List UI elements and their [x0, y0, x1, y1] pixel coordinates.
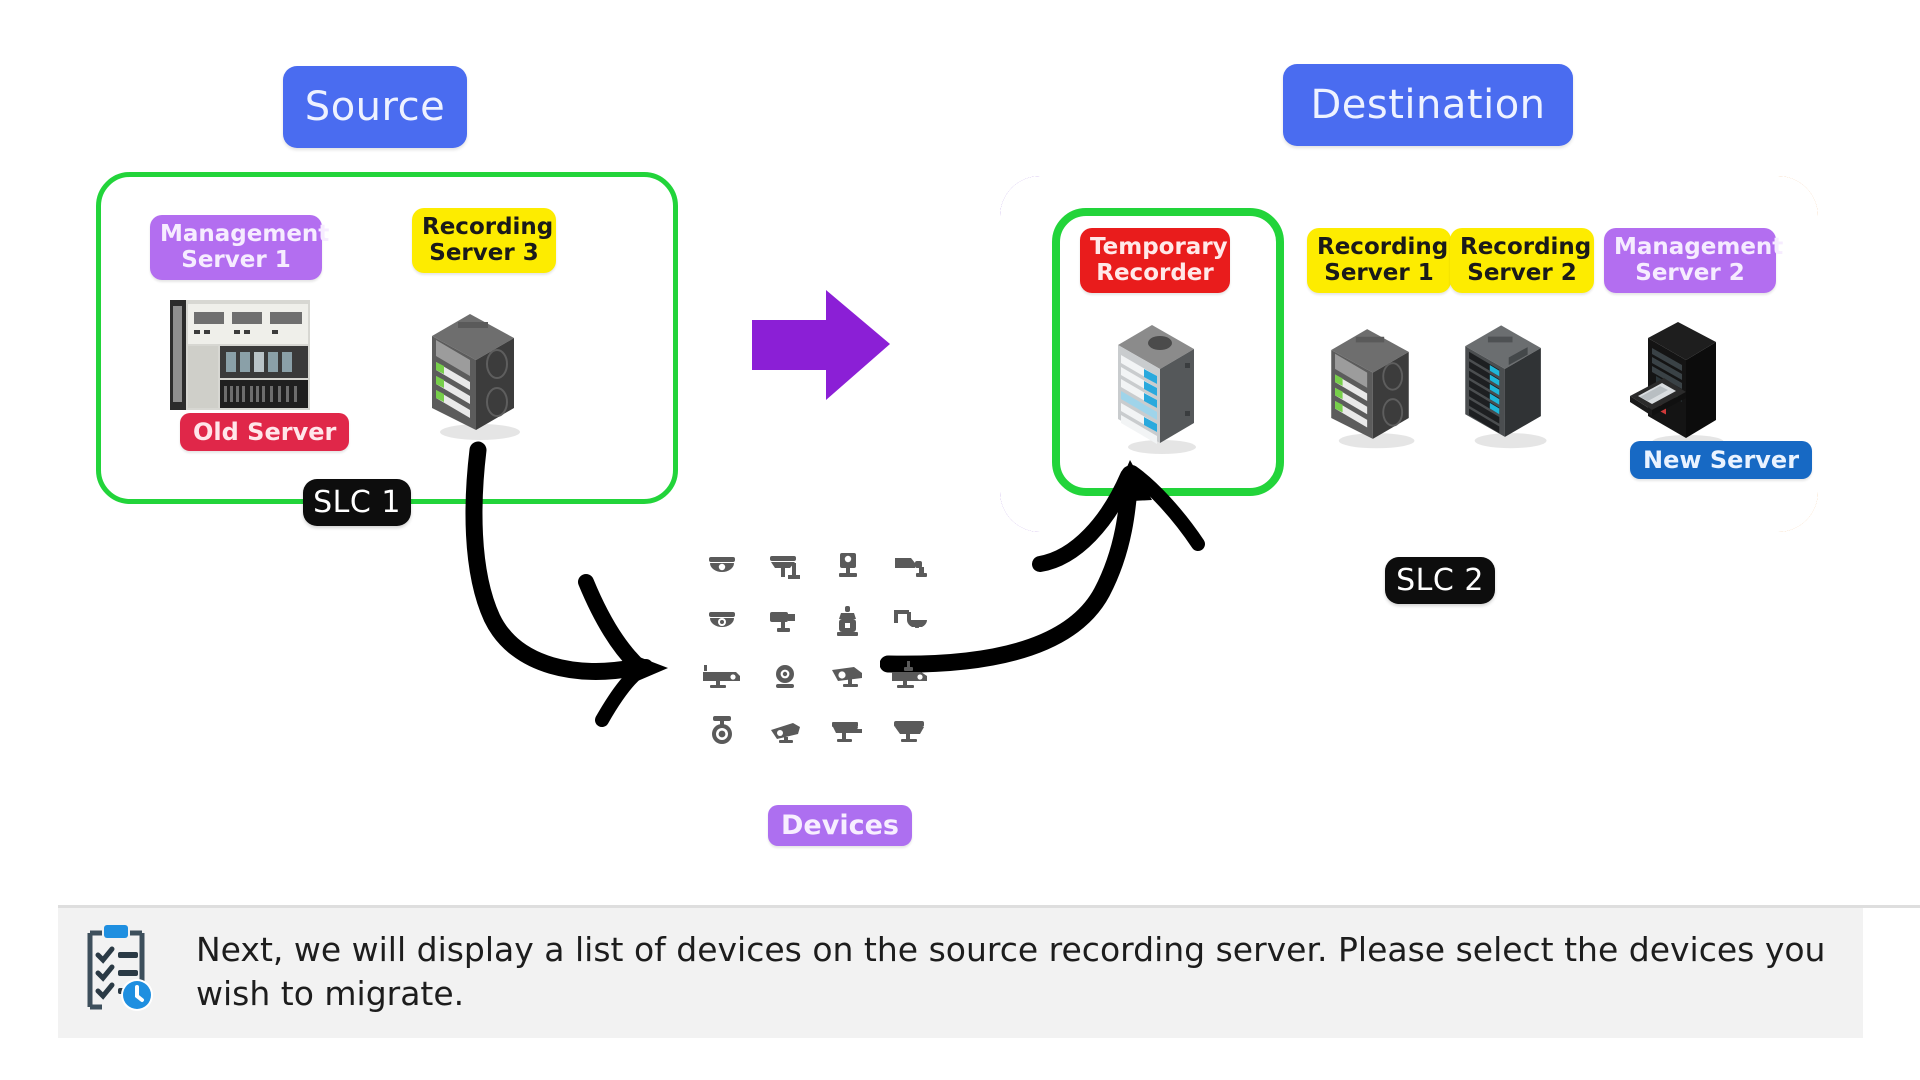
migration-arrow-icon	[752, 288, 892, 402]
clipboard-checklist-clock-icon	[80, 921, 156, 1022]
device-icon-grid	[690, 538, 942, 758]
dome-camera-icon	[690, 538, 753, 593]
dome-camera-arm-icon	[879, 593, 942, 648]
recording-server-2-tag: Recording Server 2	[1450, 228, 1594, 293]
recording-server-1-tag: Recording Server 1	[1307, 228, 1451, 293]
dome-camera-mount-icon	[690, 703, 753, 758]
recording-server-3-tag: Recording Server 3	[412, 208, 556, 273]
caption-text: Next, we will display a list of devices …	[196, 929, 1826, 1013]
caption-bar: Next, we will display a list of devices …	[58, 905, 1920, 1038]
server-tower-isometric-icon	[418, 302, 528, 442]
webcam-icon	[753, 648, 816, 703]
source-title-pill: Source	[283, 66, 467, 148]
storage-array-isometric-icon	[1108, 315, 1208, 457]
slc-1-label: SLC 1	[303, 479, 411, 526]
cctv-camera-icon	[816, 703, 879, 758]
server-rack-isometric-icon	[1452, 312, 1556, 454]
destination-title-pill: Destination	[1283, 64, 1573, 146]
bullet-camera-icon	[753, 593, 816, 648]
management-server-1-tag: Management Server 1	[150, 215, 329, 280]
slc-2-label: SLC 2	[1385, 557, 1495, 604]
rack-server-front-photo-icon	[170, 300, 310, 410]
tower-camera-icon	[816, 593, 879, 648]
bullet-camera-antenna-icon	[879, 648, 942, 703]
bullet-camera-long-icon	[690, 648, 753, 703]
box-camera-stand-icon	[816, 538, 879, 593]
caption-top-divider	[58, 905, 1920, 908]
new-server-badge: New Server	[1630, 441, 1813, 479]
old-server-badge: Old Server	[180, 413, 350, 451]
devices-label: Devices	[768, 805, 912, 846]
bullet-camera-icon-2	[816, 648, 879, 703]
server-tower-isometric-icon-2	[1318, 315, 1422, 453]
management-server-2-tag: Management Server 2	[1604, 228, 1783, 293]
ptz-camera-icon	[879, 538, 942, 593]
cctv-camera-icon-2	[879, 703, 942, 758]
server-cabinet-isometric-icon	[1620, 310, 1744, 452]
dome-camera-icon-2	[690, 593, 753, 648]
diagram-canvas: Source Destination Management Server 1 O…	[0, 0, 1920, 1080]
temporary-recorder-tag: Temporary Recorder	[1080, 228, 1230, 293]
bullet-camera-wall-icon	[753, 538, 816, 593]
bullet-camera-icon-3	[753, 703, 816, 758]
